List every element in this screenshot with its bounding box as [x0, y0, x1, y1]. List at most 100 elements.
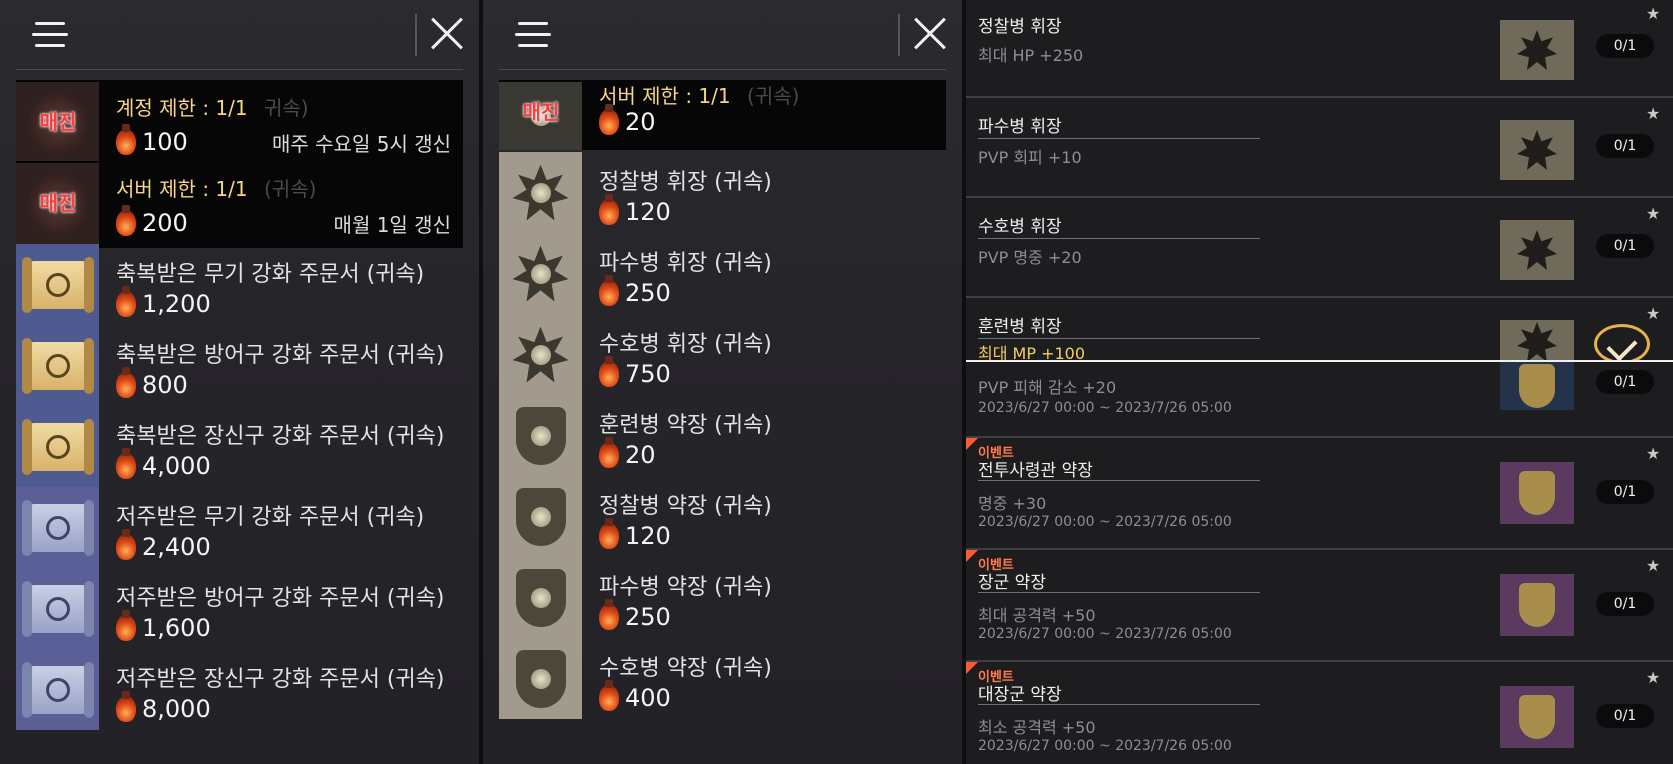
shop-item-row[interactable]: 저주받은 방어구 강화 주문서 (귀속) 1,600	[16, 566, 463, 653]
guardian-insignia-icon	[1500, 220, 1574, 280]
currency-gem-icon	[599, 275, 619, 306]
collection-stat: 최소 공격력 +50	[978, 718, 1096, 737]
shop-item-row[interactable]: 축복받은 방어구 강화 주문서 (귀속) 800	[16, 323, 463, 410]
item-name: 저주받은 무기 강화 주문서 (귀속)	[116, 505, 425, 530]
collection-item[interactable]: 이벤트 전투사령관 약장 명중 +30 2023/6/27 00:00 ~ 20…	[966, 436, 1673, 548]
collection-progress: 0/1	[1596, 592, 1654, 616]
favorite-star-icon[interactable]: ★	[1646, 4, 1660, 23]
collection-panel: 정찰병 휘장 최대 HP +250 0/1 ★ 파수병 휘장 PVP 회피 +1…	[966, 0, 1673, 764]
currency-gem-icon	[599, 356, 619, 387]
price-value: 1,600	[142, 614, 211, 642]
shop-item-list: 매진 서버 제한 : 1/1 (귀속) 20 정찰병 휘장 (귀속) 120 파…	[499, 80, 946, 723]
header-divider	[415, 14, 417, 56]
shop-item-row[interactable]: 매진 서버 제한 : 1/1 (귀속) 200 매월 1일 갱신	[16, 161, 463, 248]
item-name: 파수병 휘장 (귀속)	[599, 251, 772, 276]
guardian-ribbon-icon	[499, 638, 582, 719]
item-name-faded: (귀속)	[264, 177, 317, 201]
item-name: 정찰병 휘장 (귀속)	[599, 170, 772, 195]
shop-item-row[interactable]: 훈련병 약장 (귀속) 20	[499, 393, 946, 480]
shop-item-row[interactable]: 저주받은 무기 강화 주문서 (귀속) 2,400	[16, 485, 463, 572]
collection-item[interactable]: PVP 피해 감소 +20 2023/6/27 00:00 ~ 2023/7/2…	[966, 362, 1673, 436]
event-corner-icon	[966, 550, 978, 562]
price: 100	[116, 124, 188, 156]
collection-item[interactable]: 파수병 휘장 PVP 회피 +10 0/1 ★	[966, 96, 1673, 196]
title-underline	[978, 138, 1260, 139]
currency-gem-icon	[599, 680, 619, 711]
menu-icon[interactable]	[32, 22, 68, 48]
collection-progress: 0/1	[1596, 234, 1654, 258]
price: 8,000	[116, 691, 211, 723]
shop-item-row[interactable]: 정찰병 약장 (귀속) 120	[499, 474, 946, 561]
price: 20	[599, 437, 656, 469]
blessed-weapon-scroll-icon	[16, 244, 99, 325]
close-icon[interactable]	[912, 16, 948, 52]
shop-item-row[interactable]: 매진 계정 제한 : 1/1 귀속) 100 매주 수요일 5시 갱신	[16, 80, 463, 167]
favorite-star-icon[interactable]: ★	[1646, 304, 1660, 323]
collection-stat: PVP 피해 감소 +20	[978, 378, 1117, 397]
purchase-limit: 서버 제한 : 1/1	[599, 84, 731, 108]
item-name: 정찰병 약장 (귀속)	[599, 494, 772, 519]
item-name: 수호병 약장 (귀속)	[599, 656, 772, 681]
shop-item-row[interactable]: 수호병 휘장 (귀속) 750	[499, 312, 946, 399]
shop-item-row[interactable]: 축복받은 무기 강화 주문서 (귀속) 1,200	[16, 242, 463, 329]
shop-item-row[interactable]: 파수병 약장 (귀속) 250	[499, 555, 946, 642]
scout-ribbon-icon	[499, 476, 582, 557]
shop-item-row[interactable]: 매진 서버 제한 : 1/1 (귀속) 20	[499, 80, 946, 150]
collection-stat: 최대 공격력 +50	[978, 606, 1096, 625]
favorite-star-icon[interactable]: ★	[1646, 104, 1660, 123]
collection-stat: PVP 회피 +10	[978, 148, 1082, 167]
price: 400	[599, 680, 671, 712]
price-value: 800	[142, 371, 188, 399]
blessed-armor-scroll-icon	[16, 325, 99, 406]
item-name-faded: (귀속)	[747, 84, 800, 108]
item-name: 축복받은 방어구 강화 주문서 (귀속)	[116, 343, 445, 368]
grand-general-ribbon-icon	[1500, 686, 1574, 748]
soldout-badge: 매진	[39, 191, 77, 215]
sentry-ribbon-icon	[499, 557, 582, 638]
price-value: 750	[625, 360, 671, 388]
collection-item[interactable]: 이벤트 장군 약장 최대 공격력 +50 2023/6/27 00:00 ~ 2…	[966, 548, 1673, 660]
close-icon[interactable]	[429, 16, 465, 52]
header-underline	[16, 69, 463, 70]
shop-item-row[interactable]: 축복받은 장신구 강화 주문서 (귀속) 4,000	[16, 404, 463, 491]
trainee-ribbon-icon	[499, 395, 582, 476]
combat-commander-ribbon-icon	[1500, 462, 1574, 524]
refresh-schedule: 매월 1일 갱신	[333, 213, 451, 237]
price-value: 20	[625, 108, 656, 136]
favorite-star-icon[interactable]: ★	[1646, 444, 1660, 463]
collection-item[interactable]: 훈련병 휘장 최대 MP +100 ★	[966, 296, 1673, 364]
ribbon-icon	[1500, 362, 1574, 410]
title-underline	[978, 704, 1260, 705]
collection-item[interactable]: 정찰병 휘장 최대 HP +250 0/1 ★	[966, 0, 1673, 96]
item-name: 축복받은 무기 강화 주문서 (귀속)	[116, 262, 425, 287]
shop-item-row[interactable]: 정찰병 휘장 (귀속) 120	[499, 150, 946, 237]
menu-icon[interactable]	[515, 22, 551, 48]
price: 2,400	[116, 529, 211, 561]
title-underline	[978, 592, 1260, 593]
soldout-badge: 매진	[39, 110, 77, 134]
currency-gem-icon	[116, 529, 136, 560]
collection-item[interactable]: 수호병 휘장 PVP 명중 +20 0/1 ★	[966, 196, 1673, 296]
favorite-star-icon[interactable]: ★	[1646, 204, 1660, 223]
price-value: 100	[142, 128, 188, 156]
collection-item[interactable]: 이벤트 대장군 약장 최소 공격력 +50 2023/6/27 00:00 ~ …	[966, 660, 1673, 764]
shop-item-row[interactable]: 파수병 휘장 (귀속) 250	[499, 231, 946, 318]
cursed-weapon-scroll-icon	[16, 487, 99, 568]
cursed-armor-scroll-icon	[16, 568, 99, 649]
purchase-limit: 계정 제한 : 1/1	[116, 96, 248, 120]
soldout-badge: 매진	[522, 100, 560, 124]
favorite-star-icon[interactable]: ★	[1646, 556, 1660, 575]
collection-progress: 0/1	[1596, 370, 1654, 394]
panel-header	[483, 0, 962, 70]
collection-title: 전투사령관 약장	[978, 461, 1093, 481]
price: 1,600	[116, 610, 211, 642]
price-value: 250	[625, 603, 671, 631]
price: 750	[599, 356, 671, 388]
price-value: 400	[625, 684, 671, 712]
shop-item-row[interactable]: 수호병 약장 (귀속) 400	[499, 636, 946, 723]
favorite-star-icon[interactable]: ★	[1646, 668, 1660, 687]
shop-panel-left: 매진 계정 제한 : 1/1 귀속) 100 매주 수요일 5시 갱신 매진 서…	[0, 0, 479, 764]
shop-item-row[interactable]: 저주받은 장신구 강화 주문서 (귀속) 8,000	[16, 647, 463, 734]
scout-insignia-icon	[499, 152, 582, 233]
item-name: 저주받은 방어구 강화 주문서 (귀속)	[116, 586, 445, 611]
